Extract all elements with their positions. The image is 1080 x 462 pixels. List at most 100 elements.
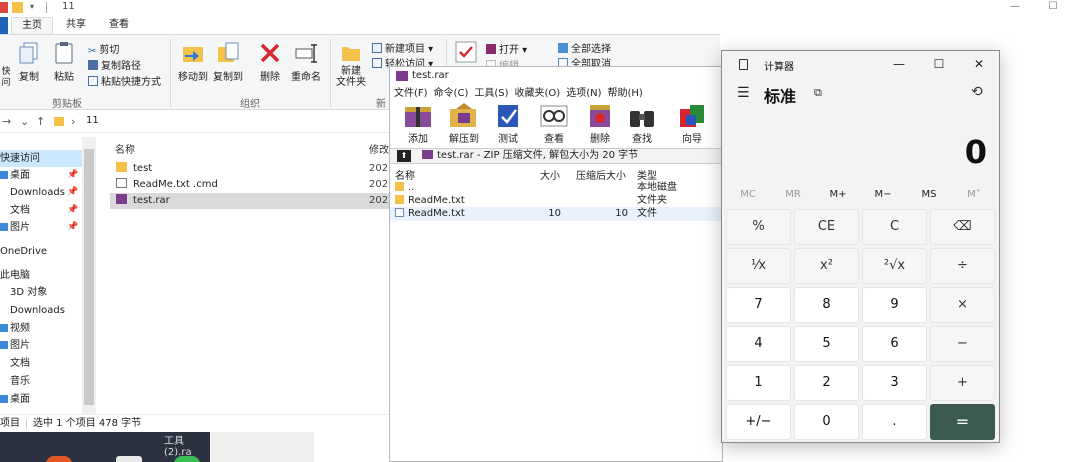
close-button[interactable]: ✕ [964,56,994,72]
desktop-icon-white[interactable] [116,456,142,462]
back-icon[interactable]: → [2,115,11,128]
copy-to-button[interactable]: 复制到 [211,41,245,83]
digit-2-button[interactable]: 2 [794,365,859,401]
reciprocal-button[interactable]: ¹⁄x [726,248,791,284]
cut-button[interactable]: ✂ 剪切 [88,41,119,57]
menu-file[interactable]: 文件(F) [394,88,428,99]
up-folder-icon[interactable]: ⬆ [397,150,411,162]
folder-icon[interactable] [12,2,23,13]
column-header-name[interactable]: 名称 [115,141,135,156]
memory-store-button[interactable]: MS [911,189,947,200]
digit-8-button[interactable]: 8 [794,287,859,323]
nav-downloads-pc[interactable]: Downloads [0,302,82,319]
maximize-button[interactable]: ☐ [924,56,954,72]
scrollbar-thumb[interactable] [84,149,94,405]
maximize-button[interactable]: ☐ [1038,0,1068,14]
nav-pictures-pc[interactable]: 图片 [0,337,82,354]
file-row[interactable]: test.rar 202 [110,193,390,209]
archive-row[interactable]: ReadMe.txt 10 10 文件 [390,207,722,221]
new-item-button[interactable]: 新建项目 ▾ [372,40,433,55]
keep-on-top-icon[interactable]: ⧉ [814,86,822,100]
history-icon[interactable]: ⟲ [971,84,983,100]
tab-home[interactable]: 主页 [11,17,53,34]
memory-recall-button[interactable]: MR [775,189,811,200]
paste-shortcut-button[interactable]: 粘贴快捷方式 [88,73,161,88]
nav-music[interactable]: 音乐 [0,373,82,390]
nav-pictures[interactable]: 图片 📌 [0,219,82,236]
tool-find[interactable]: 查找 [622,103,662,145]
hamburger-menu-icon[interactable]: ☰ [737,85,750,101]
nav-documents-pc[interactable]: 文档 [0,355,82,372]
multiply-button[interactable]: × [930,287,995,323]
memory-list-button[interactable]: M˅ [956,189,992,200]
digit-4-button[interactable]: 4 [726,326,791,362]
file-row[interactable]: test 202 [110,161,390,177]
nav-desktop[interactable]: 桌面 📌 [0,167,82,184]
nav-desktop-pc[interactable]: 桌面 [0,391,82,408]
menu-tools[interactable]: 工具(S) [474,88,508,99]
negate-button[interactable]: +/− [726,404,791,440]
desktop-icon-orange[interactable] [46,456,72,462]
menu-help[interactable]: 帮助(H) [608,88,643,99]
file-row[interactable]: ReadMe.txt .cmd 202 [110,177,390,193]
chevron-down-icon[interactable]: ▾ [30,2,41,13]
new-folder-button[interactable]: 新建 文件夹 [334,41,368,88]
menu-favorites[interactable]: 收藏夹(O) [515,88,561,99]
delete-button[interactable]: 删除 [256,41,284,83]
nav-3d-objects[interactable]: 3D 对象 [0,284,82,301]
digit-1-button[interactable]: 1 [726,365,791,401]
clear-entry-button[interactable]: CE [794,209,859,245]
properties-button[interactable] [454,41,478,66]
digit-6-button[interactable]: 6 [862,326,927,362]
tool-wizard[interactable]: 向导 [672,103,712,145]
square-root-button[interactable]: ²√x [862,248,927,284]
archive-row[interactable]: ReadMe.txt 文件夹 [390,194,722,208]
pin-quick-access-button[interactable]: 快问 [0,67,12,89]
nav-onedrive[interactable]: OneDrive [0,243,82,260]
column-header-size[interactable]: 大小 [540,167,560,182]
chevron-down-icon[interactable]: ⌄ [20,115,29,128]
percent-button[interactable]: % [726,209,791,245]
copy-path-button[interactable]: 复制路径 [88,57,141,72]
memory-clear-button[interactable]: MC [730,189,766,200]
digit-5-button[interactable]: 5 [794,326,859,362]
tool-test[interactable]: 测试 [488,103,528,145]
digit-0-button[interactable]: 0 [794,404,859,440]
memory-add-button[interactable]: M+ [820,189,856,200]
menu-options[interactable]: 选项(N) [566,88,601,99]
move-to-button[interactable]: 移动到 [176,41,210,83]
rename-button[interactable]: 重命名 [288,41,324,83]
nav-quick-access[interactable]: 快速访问 [0,150,82,167]
tool-add[interactable]: 添加 [398,103,438,145]
select-all-button[interactable]: 全部选择 [558,40,611,55]
nav-this-pc[interactable]: 此电脑 [0,267,82,284]
minimize-button[interactable]: — [1000,0,1030,14]
tool-extract[interactable]: 解压到 [444,103,484,145]
digit-3-button[interactable]: 3 [862,365,927,401]
divide-button[interactable]: ÷ [930,248,995,284]
minimize-button[interactable]: — [884,56,914,72]
tab-file[interactable] [0,17,8,34]
memory-subtract-button[interactable]: M− [865,189,901,200]
column-header-type[interactable]: 类型 [637,167,657,182]
address-bar[interactable]: → ⌄ ↑ › 11 [0,111,390,133]
open-button[interactable]: 打开 ▾ [486,41,527,56]
subtract-button[interactable]: − [930,326,995,362]
column-header-modified[interactable]: 修改 [369,141,389,156]
tab-view[interactable]: 查看 [101,17,137,34]
square-button[interactable]: x² [794,248,859,284]
column-header-packed[interactable]: 压缩后大小 [576,167,626,182]
tab-share[interactable]: 共享 [58,17,94,34]
equals-button[interactable]: = [930,404,995,440]
decimal-button[interactable]: . [862,404,927,440]
tool-delete[interactable]: 删除 [580,103,620,145]
up-arrow-icon[interactable]: ↑ [36,115,45,128]
digit-9-button[interactable]: 9 [862,287,927,323]
archive-row[interactable]: .. 本地磁盘 [390,181,722,195]
tool-view[interactable]: 查看 [534,103,574,145]
properties-icon[interactable] [0,2,8,13]
nav-documents[interactable]: 文档 📌 [0,202,82,219]
add-button[interactable]: + [930,365,995,401]
nav-videos[interactable]: 视频 [0,320,82,337]
copy-button[interactable]: 复制 [14,41,44,83]
